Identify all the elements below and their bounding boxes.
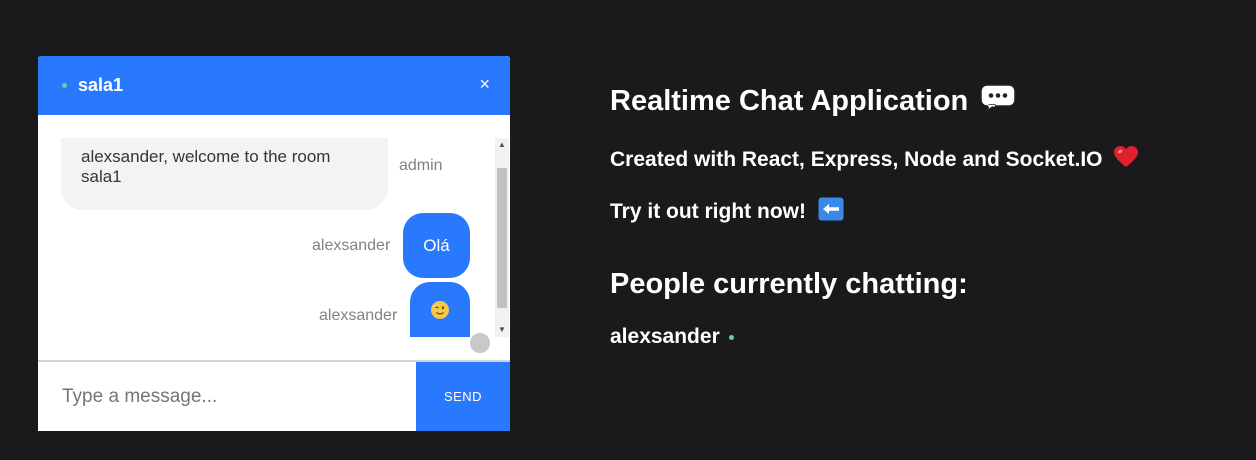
heart-icon: [1113, 145, 1139, 176]
subtitle: Created with React, Express, Node and So…: [610, 145, 1139, 176]
close-button[interactable]: ×: [479, 73, 490, 95]
room-name: sala1: [78, 75, 124, 95]
scrollbar-thumb[interactable]: [497, 168, 507, 308]
people-heading: People currently chatting:: [610, 268, 968, 300]
subtitle-text: Created with React, Express, Node and So…: [610, 148, 1103, 172]
call-to-action: Try it out right now!: [610, 197, 844, 228]
online-user: alexsander: [610, 324, 734, 350]
scroll-to-bottom-button[interactable]: [470, 333, 490, 353]
messages-scrollbar[interactable]: ▲ ▼: [495, 138, 509, 337]
speech-balloon-icon: [980, 84, 1017, 120]
scroll-up-icon[interactable]: ▲: [495, 138, 509, 152]
online-user-name: alexsander: [610, 325, 720, 348]
message-sender: alexsander: [319, 307, 398, 324]
page-title: Realtime Chat Application: [610, 84, 1017, 120]
winking-face-icon: [431, 300, 449, 319]
message-bubble: [410, 282, 470, 337]
message-sender: admin: [399, 157, 443, 174]
send-button[interactable]: SEND: [416, 362, 510, 431]
message-bubble: alexsander, welcome to the room sala1: [61, 138, 388, 210]
left-arrow-icon: [818, 197, 844, 228]
page-title-text: Realtime Chat Application: [610, 85, 969, 117]
message-bubble: Olá: [403, 213, 470, 278]
message-sender: alexsander: [312, 237, 391, 254]
online-indicator-icon: [728, 334, 734, 340]
scroll-down-icon[interactable]: ▼: [495, 323, 509, 337]
call-to-action-text: Try it out right now!: [610, 200, 806, 224]
chat-window: sala1 × alexsander, welcome to the room …: [38, 56, 510, 431]
message-composer: SEND: [38, 360, 510, 431]
chat-header: sala1 ×: [38, 56, 510, 115]
online-indicator-icon: [62, 83, 67, 88]
message-input[interactable]: [38, 362, 416, 431]
